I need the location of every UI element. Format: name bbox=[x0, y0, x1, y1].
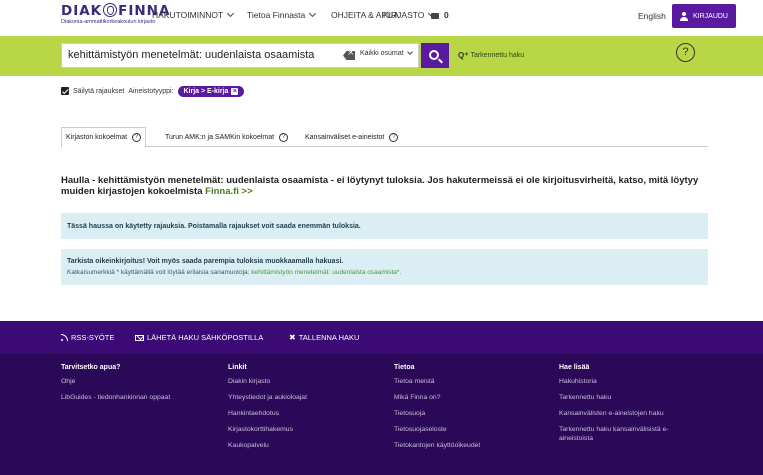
site-logo[interactable]: DIAK FINNA Diakonia-ammattikorkeakoulun k… bbox=[61, 3, 171, 31]
mail-icon bbox=[135, 334, 144, 341]
footer-link[interactable]: Tietosuoja bbox=[394, 409, 544, 418]
footer-link[interactable]: Tietokantojen käyttöoikeudet bbox=[394, 441, 544, 450]
help-icon[interactable]: ? bbox=[279, 132, 289, 142]
tab-kansainvaliset-e-aineistot[interactable]: Kansainväliset e-aineistot ? bbox=[301, 127, 402, 147]
footer-link[interactable]: Kaukopalvelu bbox=[228, 441, 378, 450]
rss-icon bbox=[61, 334, 68, 341]
tab-kirjaston-kokoelmat[interactable]: Kirjaston kokoelmat ? bbox=[61, 127, 147, 148]
finna-fi-link[interactable]: Finna.fi >> bbox=[205, 186, 253, 197]
footer-link[interactable]: Kirjastokorttihakemus bbox=[228, 425, 378, 434]
search-scope-select[interactable]: Kaikki osumat bbox=[360, 49, 413, 57]
footer-link[interactable]: Tarkennettu haku bbox=[559, 393, 699, 402]
search-icon bbox=[429, 49, 439, 60]
spelling-info-title: Tarkista oikeinkirjoitus! Voit myös saad… bbox=[67, 258, 344, 265]
footer-link[interactable]: Yhteystiedot ja aukioloajat bbox=[228, 393, 378, 402]
language-link[interactable]: English bbox=[638, 11, 666, 21]
top-navigation: DIAK FINNA Diakonia-ammattikorkeakoulun k… bbox=[0, 0, 763, 33]
user-icon bbox=[680, 11, 689, 21]
tab-turun-amk-samk[interactable]: Turun AMK:n ja SAMKin kokoelmat ? bbox=[161, 127, 292, 147]
advanced-search-icon: Q⁺ bbox=[458, 51, 469, 60]
no-results-message: Haulla - kehittämistyön menetelmät: uude… bbox=[61, 175, 699, 197]
save-search-link[interactable]: ✖ TALLENNA HAKU bbox=[289, 333, 359, 342]
help-icon[interactable]: ? bbox=[676, 43, 695, 62]
chevron-down-icon bbox=[227, 9, 235, 18]
footer-link[interactable]: Kansainvälisten e-aineistojen haku bbox=[559, 409, 699, 418]
footer-link[interactable]: LibGuides - tiedonhankinnan oppaat bbox=[61, 393, 211, 402]
collection-tabs: Kirjaston kokoelmat ? Turun AMK:n ja SAM… bbox=[61, 127, 708, 148]
basket-count: 0 bbox=[444, 10, 449, 20]
material-type-label: Aineistotyyppi: bbox=[128, 87, 174, 95]
spelling-info-text: Katkaisumerkkiä * käyttämällä voit löytä… bbox=[67, 269, 402, 276]
basket-button[interactable]: 0 bbox=[431, 10, 449, 20]
rss-feed-link[interactable]: RSS-SYÖTE bbox=[61, 333, 114, 342]
filters-info-box: Tässä haussa on käytetty rajauksia. Pois… bbox=[61, 213, 708, 239]
footer-link[interactable]: Diakin kirjasto bbox=[228, 377, 378, 386]
email-search-link[interactable]: LÄHETÄ HAKU SÄHKÖPOSTILLA bbox=[135, 333, 263, 342]
footer-column-links: Linkit Diakin kirjasto Yhteystiedot ja a… bbox=[228, 364, 378, 457]
footer-column-search-more: Hae lisää Hakuhistoria Tarkennettu haku … bbox=[559, 364, 699, 450]
advanced-search-link[interactable]: Q⁺ Tarkennettu haku bbox=[458, 51, 524, 60]
spelling-info-box: Tarkista oikeinkirjoitus! Voit myös saad… bbox=[61, 249, 708, 285]
nav-tietoa-finnasta[interactable]: Tietoa Finnasta bbox=[247, 9, 317, 20]
footer-column-help: Tarvitsetko apua? Ohje LibGuides - tiedo… bbox=[61, 364, 211, 409]
logo-subtitle: Diakonia-ammattikorkeakoulun kirjasto bbox=[61, 19, 156, 25]
footer-link[interactable]: Ohje bbox=[61, 377, 211, 386]
footer-link[interactable]: Tietoa meistä bbox=[394, 377, 544, 386]
search-button[interactable] bbox=[421, 43, 449, 68]
chevron-down-icon bbox=[309, 9, 317, 18]
footer-link[interactable]: Mikä Finna on? bbox=[394, 393, 544, 402]
basket-icon bbox=[431, 13, 439, 19]
nav-hakutoiminnot[interactable]: HAKUTOIMINNOT bbox=[152, 9, 235, 20]
help-icon[interactable]: ? bbox=[132, 133, 142, 142]
footer-link[interactable]: Hankintaehdotus bbox=[228, 409, 378, 418]
login-button[interactable]: KIRJAUDU bbox=[672, 4, 736, 28]
help-icon[interactable]: ? bbox=[389, 132, 399, 142]
footer-link[interactable]: Tarkennettu haku kansainvälisistä e-aine… bbox=[559, 425, 699, 443]
remove-filter-icon[interactable]: × bbox=[231, 87, 239, 95]
wildcard-suggestion-link[interactable]: kehittämistyön menetelmät: uudenlaista o… bbox=[251, 269, 399, 276]
footer-column-info: Tietoa Tietoa meistä Mikä Finna on? Tiet… bbox=[394, 364, 544, 457]
filter-chip-ebook[interactable]: Kirja > E-kirja × bbox=[177, 85, 245, 97]
active-filters: Säilytä rajaukset Aineistotyyppi: Kirja … bbox=[61, 84, 245, 98]
footer-link[interactable]: Hakuhistoria bbox=[559, 377, 699, 386]
keep-filters-label: Säilytä rajaukset bbox=[73, 87, 125, 95]
chevron-down-icon bbox=[406, 49, 413, 55]
logo-mark-icon bbox=[103, 3, 118, 17]
footer-link[interactable]: Tietosuojaseloste bbox=[394, 425, 544, 434]
logo-wordmark: DIAK FINNA bbox=[61, 3, 171, 19]
nav-kirjasto[interactable]: KIRJASTO bbox=[383, 9, 436, 20]
footer-actions-bar bbox=[0, 321, 763, 354]
keep-filters-checkbox[interactable] bbox=[61, 87, 69, 95]
pin-icon: ✖ bbox=[289, 333, 296, 342]
